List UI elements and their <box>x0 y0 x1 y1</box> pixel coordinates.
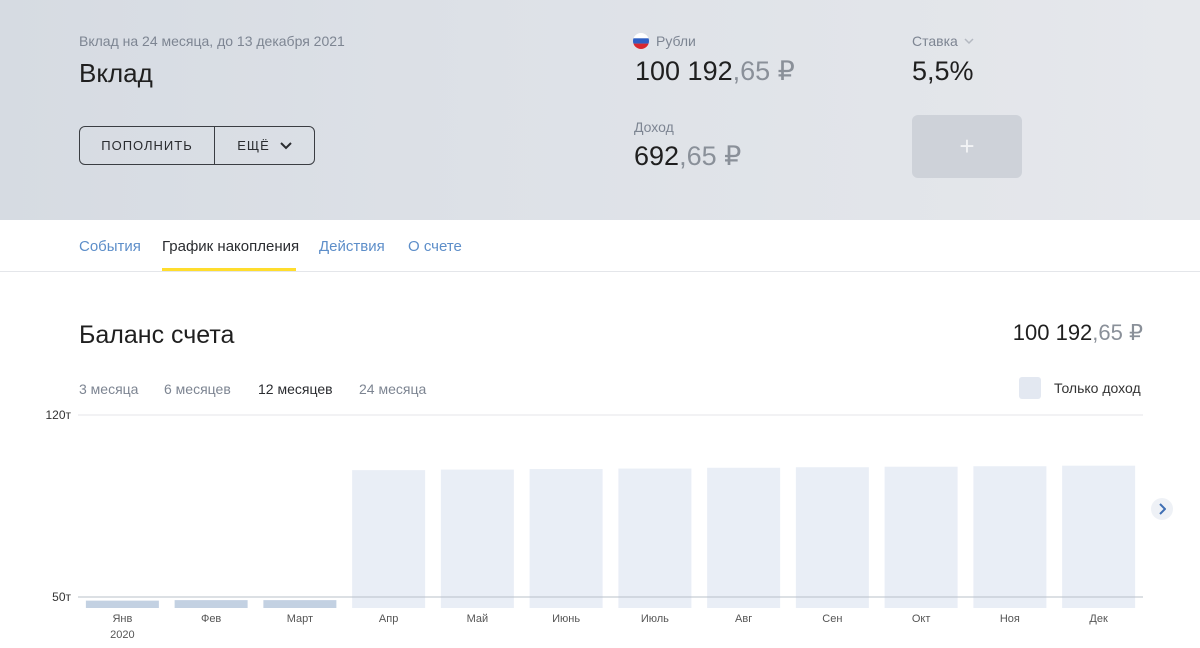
currency-name: Рубли <box>656 33 696 49</box>
balance-fraction: ,65 ₽ <box>732 56 795 86</box>
bar-5 <box>440 469 514 608</box>
income-only-checkbox[interactable] <box>1019 377 1041 399</box>
balance-section-amount: 100 192,65 ₽ <box>1013 320 1143 346</box>
income-only-toggle[interactable]: Только доход <box>1019 377 1141 399</box>
section-amount-fraction: ,65 ₽ <box>1092 320 1143 345</box>
x-tick-label: Янв <box>112 613 132 625</box>
period-12-months[interactable]: 12 месяцев <box>258 381 333 397</box>
bar-12 <box>1062 465 1136 608</box>
income-integer: 692 <box>634 141 680 171</box>
x-tick-label: Авг <box>735 613 752 625</box>
x-tick-label: Ноя <box>1000 613 1020 625</box>
tab-about-account[interactable]: О счете <box>408 238 462 255</box>
x-tick-label: Фев <box>201 613 221 625</box>
bar-7 <box>618 468 692 608</box>
bar-10 <box>884 466 958 608</box>
balance-bar-chart: 50т 120т Янв 2020 Фев Март Апр Май Июнь Июль Авг Се… <box>45 408 1143 641</box>
period-3-months[interactable]: 3 месяца <box>79 381 138 397</box>
bar-4 <box>352 470 426 608</box>
deposit-subtitle: Вклад на 24 месяца, до 13 декабря 2021 <box>79 33 345 49</box>
income-fraction: ,65 ₽ <box>679 141 742 171</box>
income-label: Доход <box>634 119 674 135</box>
x-tick-label: Сен <box>822 613 842 625</box>
bar-6 <box>529 469 603 608</box>
y-tick-label: 120т <box>45 408 71 422</box>
tab-savings-chart[interactable]: График накопления <box>162 238 299 255</box>
russia-flag-icon <box>633 33 649 49</box>
balance-section-title: Баланс счета <box>79 321 235 349</box>
bar-2 <box>174 600 248 608</box>
tab-events[interactable]: События <box>79 238 141 255</box>
period-24-months[interactable]: 24 месяца <box>359 381 426 397</box>
bar-3 <box>263 600 337 608</box>
rate-dropdown[interactable]: Ставка <box>912 33 974 49</box>
section-amount-integer: 100 192 <box>1012 320 1093 345</box>
x-tick-label: Март <box>287 613 313 625</box>
balance-amount: 100 192,65 ₽ <box>635 56 795 87</box>
bar-1 <box>85 600 159 608</box>
x-tick-label: Июль <box>641 613 669 625</box>
x-tick-label: Дек <box>1089 613 1108 625</box>
bar-9 <box>795 467 869 608</box>
x-tick-label: Май <box>467 613 489 625</box>
more-button[interactable]: ЕЩЁ <box>215 127 314 164</box>
tab-actions[interactable]: Действия <box>319 238 385 255</box>
chevron-down-icon <box>964 37 974 44</box>
income-only-label: Только доход <box>1054 380 1141 396</box>
currency-label: Рубли <box>633 33 696 49</box>
bar-8 <box>707 467 781 608</box>
x-tick-label: Окт <box>912 613 931 625</box>
refill-button[interactable]: ПОПОЛНИТЬ <box>80 127 215 164</box>
add-button[interactable]: + <box>912 115 1022 178</box>
income-amount: 692,65 ₽ <box>634 141 741 172</box>
action-button-group: ПОПОЛНИТЬ ЕЩЁ <box>79 126 315 165</box>
period-6-months[interactable]: 6 месяцев <box>164 381 231 397</box>
account-header: Вклад на 24 месяца, до 13 декабря 2021 В… <box>0 0 1200 220</box>
tab-bar: События График накопления Действия О сче… <box>0 220 1200 272</box>
more-button-label: ЕЩЁ <box>237 138 270 153</box>
rate-label: Ставка <box>912 33 958 49</box>
x-year-label: 2020 <box>110 629 134 641</box>
y-tick-label: 50т <box>52 590 71 604</box>
active-tab-indicator <box>162 268 296 271</box>
balance-integer: 100 192 <box>635 56 733 86</box>
deposit-title: Вклад <box>79 58 153 88</box>
next-period-button[interactable] <box>1151 498 1173 520</box>
x-tick-label: Апр <box>379 613 398 625</box>
plus-icon: + <box>959 131 975 161</box>
chevron-right-icon <box>1159 503 1166 515</box>
chevron-down-icon <box>280 141 292 149</box>
rate-value: 5,5% <box>912 56 974 86</box>
x-tick-label: Июнь <box>552 613 580 625</box>
bar-11 <box>973 466 1047 608</box>
